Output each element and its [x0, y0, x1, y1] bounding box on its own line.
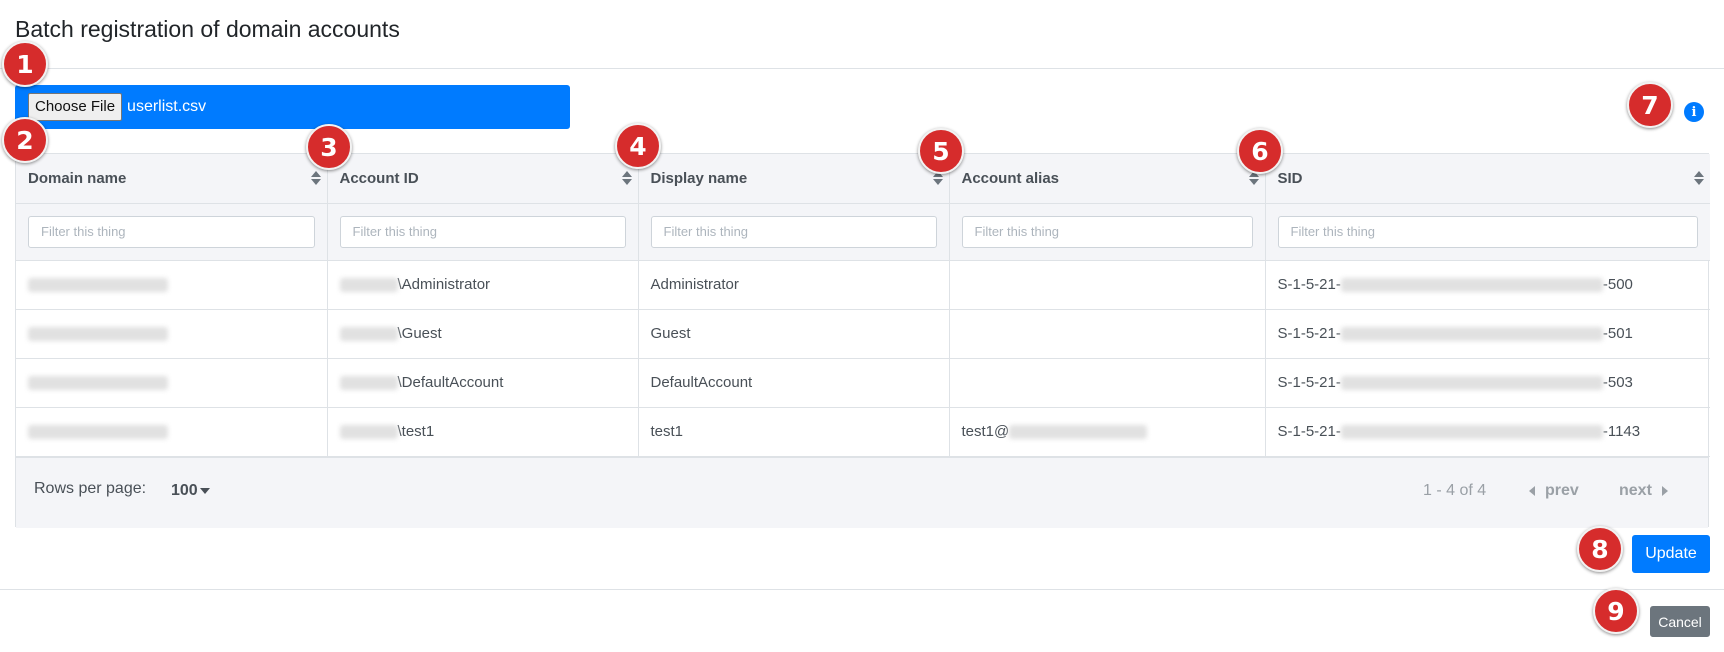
cell-display-name: Guest	[638, 309, 950, 359]
column-label: Account alias	[961, 169, 1060, 187]
table-row[interactable]: \test1 test1 test1@ S-1-5-21- -1143	[16, 407, 1710, 457]
table-row[interactable]: \Guest Guest S-1-5-21- -501	[16, 309, 1710, 359]
column-label: SID	[1277, 169, 1303, 187]
prev-page-button[interactable]: prev	[1529, 482, 1579, 500]
sid-prefix: S-1-5-21-	[1277, 374, 1341, 391]
page-range-info: 1 - 4 of 4	[1423, 482, 1487, 499]
annotation-marker-9: 9	[1593, 588, 1639, 634]
selected-file-name: userlist.csv	[127, 98, 207, 115]
cell-sid: S-1-5-21- -1143	[1265, 407, 1710, 457]
sort-icon[interactable]	[621, 170, 632, 186]
annotation-marker-4: 4	[615, 123, 661, 169]
cell-sid: S-1-5-21- -503	[1265, 358, 1710, 408]
alias-text: test1@	[961, 423, 1010, 440]
sid-prefix: S-1-5-21-	[1277, 325, 1341, 342]
cell-domain-name	[16, 309, 328, 359]
filter-display-name-input[interactable]	[650, 215, 937, 248]
cell-domain-name	[16, 358, 328, 408]
header-divider	[0, 68, 1724, 69]
filter-account-id-input[interactable]	[339, 215, 626, 248]
cell-account-alias	[949, 358, 1266, 408]
update-button[interactable]: Update	[1632, 535, 1710, 573]
column-header-domain-name[interactable]: Domain name	[16, 154, 328, 204]
table-row[interactable]: \Administrator Administrator S-1-5-21- -5…	[16, 260, 1710, 310]
sid-prefix: S-1-5-21-	[1277, 423, 1341, 440]
annotation-marker-8: 8	[1577, 526, 1623, 572]
rows-per-page-select[interactable]: 100	[171, 482, 210, 500]
cell-account-id: \test1	[327, 407, 639, 457]
account-id-text: \test1	[397, 423, 435, 440]
filter-sid-input[interactable]	[1277, 215, 1698, 248]
filter-account-alias-input[interactable]	[961, 215, 1253, 248]
sid-suffix: -503	[1602, 374, 1633, 391]
accounts-table: Domain name Account ID Display name Acco…	[15, 153, 1710, 528]
redacted-text	[1340, 278, 1603, 293]
cell-account-alias	[949, 309, 1266, 359]
annotation-marker-2: 2	[2, 117, 48, 163]
cell-display-name: Administrator	[638, 260, 950, 310]
account-id-text: \Administrator	[397, 276, 491, 293]
cell-domain-name	[16, 260, 328, 310]
column-label: Domain name	[28, 169, 127, 187]
column-label: Display name	[650, 169, 748, 187]
annotation-marker-1: 1	[2, 41, 48, 87]
cell-account-id: \DefaultAccount	[327, 358, 639, 408]
cell-sid: S-1-5-21- -500	[1265, 260, 1710, 310]
cell-account-alias	[949, 260, 1266, 310]
cell-account-id: \Guest	[327, 309, 639, 359]
redacted-text	[339, 425, 398, 440]
sid-suffix: -500	[1602, 276, 1633, 293]
annotation-marker-7: 7	[1627, 82, 1673, 128]
next-label: next	[1619, 482, 1652, 499]
caret-right-icon	[1661, 486, 1668, 496]
choose-file-button[interactable]: Choose File	[28, 93, 123, 121]
redacted-text	[28, 425, 168, 440]
annotation-marker-3: 3	[306, 124, 352, 170]
caret-down-icon	[199, 487, 210, 494]
sort-icon[interactable]	[1694, 170, 1704, 186]
footer-divider	[0, 589, 1724, 590]
redacted-text	[1340, 425, 1603, 440]
account-id-text: \Guest	[397, 325, 442, 342]
filter-domain-name-input[interactable]	[28, 215, 315, 248]
column-header-account-alias[interactable]: Account alias	[949, 154, 1266, 204]
rows-per-page-label: Rows per page:	[34, 480, 147, 497]
prev-label: prev	[1545, 482, 1579, 499]
annotation-marker-6: 6	[1237, 128, 1283, 174]
sid-suffix: -501	[1602, 325, 1633, 342]
redacted-text	[28, 376, 168, 391]
column-header-display-name[interactable]: Display name	[638, 154, 950, 204]
redacted-text	[1340, 327, 1603, 342]
redacted-text	[339, 376, 398, 391]
table-row[interactable]: \DefaultAccount DefaultAccount S-1-5-21-…	[16, 358, 1710, 408]
column-label: Account ID	[339, 169, 419, 187]
annotation-marker-5: 5	[918, 128, 964, 174]
cell-domain-name	[16, 407, 328, 457]
cell-account-id: \Administrator	[327, 260, 639, 310]
redacted-text	[339, 327, 398, 342]
next-page-button[interactable]: next	[1619, 482, 1668, 500]
redacted-text	[1340, 376, 1603, 391]
sid-prefix: S-1-5-21-	[1277, 276, 1341, 293]
redacted-text	[1009, 425, 1148, 440]
cancel-button[interactable]: Cancel	[1650, 606, 1710, 637]
account-id-text: \DefaultAccount	[397, 374, 504, 391]
column-header-sid[interactable]: SID	[1265, 154, 1710, 204]
sort-icon[interactable]	[310, 170, 321, 186]
cell-display-name: DefaultAccount	[638, 358, 950, 408]
cell-sid: S-1-5-21- -501	[1265, 309, 1710, 359]
redacted-text	[339, 278, 398, 293]
rows-per-page-value: 100	[171, 482, 198, 499]
cell-display-name: test1	[638, 407, 950, 457]
column-header-account-id[interactable]: Account ID	[327, 154, 639, 204]
page-title: Batch registration of domain accounts	[15, 16, 400, 42]
table-footer: Rows per page: 100 1 - 4 of 4 prev next	[16, 457, 1708, 528]
file-upload-field[interactable]: Choose File userlist.csv	[15, 85, 570, 129]
cell-account-alias: test1@	[949, 407, 1266, 457]
info-circle-icon[interactable]: i	[1684, 102, 1704, 122]
redacted-text	[28, 327, 168, 342]
sid-suffix: -1143	[1602, 423, 1641, 440]
caret-left-icon	[1529, 486, 1535, 496]
redacted-text	[28, 278, 168, 293]
